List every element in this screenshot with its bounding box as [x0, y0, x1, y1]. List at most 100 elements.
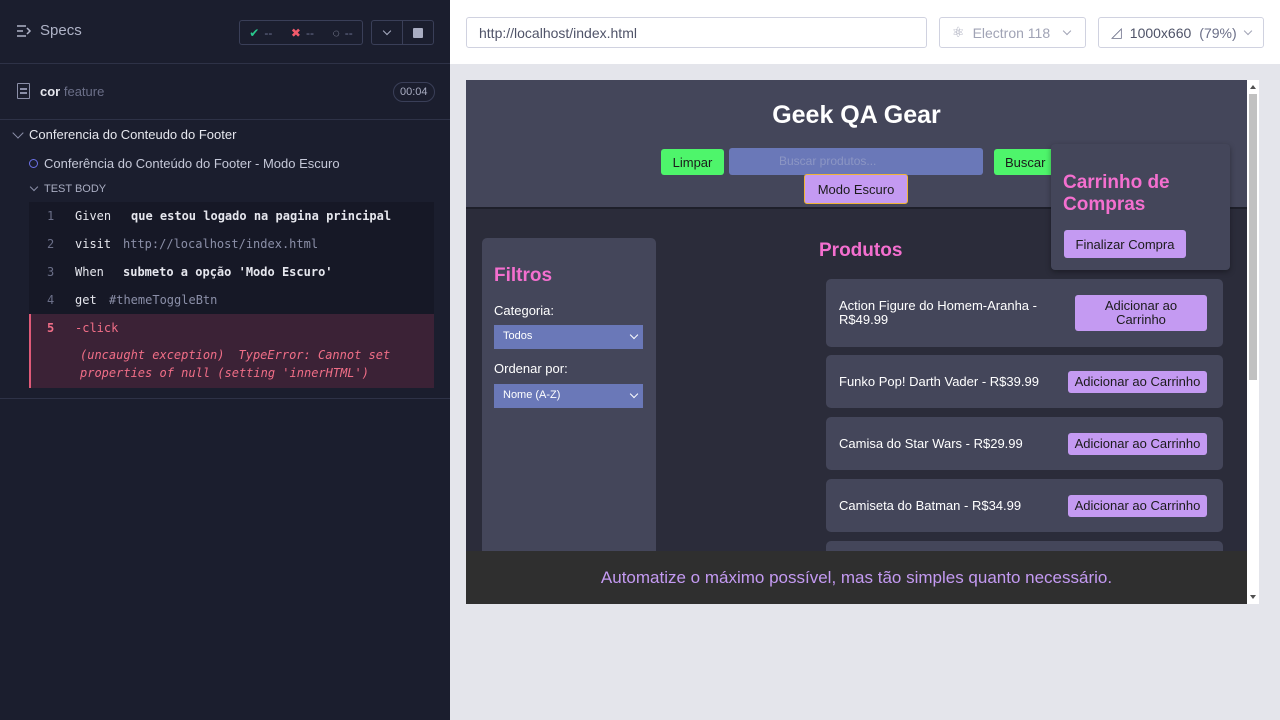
checkout-button[interactable]: Finalizar Compra: [1064, 230, 1186, 258]
command-arg: submeto a opção 'Modo Escuro': [123, 265, 333, 279]
product-card: Action Figure do Homem-Aranha - R$49.99 …: [826, 279, 1223, 347]
test-body-label: TEST BODY: [44, 183, 107, 195]
product-name: Camiseta do Batman - R$34.99: [839, 498, 1022, 513]
viewport-scale: (79%): [1199, 24, 1237, 41]
spec-duration: 00:04: [393, 82, 435, 102]
test-title: Conferência do Conteúdo do Footer - Modo…: [44, 156, 340, 171]
chevron-down-icon: [29, 182, 39, 192]
product-name: Action Figure do Homem-Aranha - R$49.99: [839, 298, 1037, 327]
app-frame: Geek QA Gear Limpar Buscar produtos... B…: [466, 80, 1247, 604]
error-prefix: (uncaught exception): [80, 348, 225, 362]
add-to-cart-button[interactable]: Adicionar ao Carrinho: [1068, 433, 1207, 455]
chevron-down-icon: [1243, 26, 1252, 36]
command-keyword: Given: [75, 209, 112, 223]
command-number: 3: [47, 265, 55, 279]
specs-toggle-button[interactable]: Specs: [16, 22, 82, 39]
file-icon: [17, 83, 30, 99]
test-body-toggle[interactable]: TEST BODY: [29, 182, 107, 195]
scrollbar[interactable]: [1247, 80, 1259, 604]
add-to-cart-button[interactable]: Adicionar ao Carrinho: [1068, 371, 1207, 393]
pending-stat: ◌ --: [333, 26, 353, 40]
command-log: 1 Given que estou logado na pagina princ…: [29, 202, 434, 388]
options-dropdown-button[interactable]: [372, 21, 403, 44]
browser-selector[interactable]: ⚛ Electron 118: [939, 17, 1086, 48]
chevron-down-icon: [1062, 26, 1072, 36]
running-circle-icon: [29, 159, 38, 168]
suite-title-row[interactable]: Conferencia do Conteudo do Footer: [12, 126, 237, 142]
command-keyword: get: [75, 293, 97, 307]
browser-name: Electron 118: [972, 24, 1051, 41]
chevron-down-icon: [382, 26, 392, 36]
command-keyword: -click: [75, 321, 119, 335]
search-input[interactable]: Buscar produtos...: [729, 148, 983, 175]
sort-label: Ordenar por:: [494, 361, 568, 376]
command-arg: que estou logado na pagina principal: [131, 209, 392, 223]
theme-toggle-button[interactable]: Modo Escuro: [804, 174, 908, 204]
command-number: 4: [47, 293, 55, 307]
sort-select[interactable]: Nome (A-Z): [494, 384, 643, 408]
spec-file-name: cor feature: [40, 84, 105, 99]
viewport-size: 1000x660: [1129, 24, 1192, 41]
clear-button[interactable]: Limpar: [661, 149, 724, 175]
command-row[interactable]: 3 When submeto a opção 'Modo Escuro': [29, 258, 434, 286]
product-card: Camisa do Star Wars - R$29.99 Adicionar …: [826, 417, 1223, 470]
pending-circle-icon: ◌: [332, 25, 340, 40]
failed-stat: ✖ --: [291, 26, 314, 40]
scroll-up-icon[interactable]: [1250, 85, 1256, 89]
add-to-cart-button[interactable]: Adicionar ao Carrinho: [1075, 295, 1207, 331]
search-button[interactable]: Buscar: [994, 149, 1058, 175]
run-stats: ✔ -- ✖ -- ◌ --: [239, 20, 363, 45]
suite-title: Conferencia do Conteudo do Footer: [29, 127, 237, 142]
command-row[interactable]: 1 Given que estou logado na pagina princ…: [29, 202, 434, 230]
spec-file-row[interactable]: cor feature 00:04: [0, 64, 450, 120]
check-icon: ✔: [249, 25, 260, 40]
pending-count: --: [344, 25, 353, 40]
list-collapse-icon: [17, 24, 32, 37]
products-title: Produtos: [819, 240, 903, 261]
passed-stat: ✔ --: [249, 26, 272, 40]
x-icon: ✖: [290, 25, 301, 40]
scrollbar-thumb[interactable]: [1249, 94, 1257, 380]
run-controls: [371, 20, 434, 45]
divider: [0, 398, 450, 399]
url-bar[interactable]: http://localhost/index.html: [466, 17, 927, 48]
product-card: Camiseta do Batman - R$34.99 Adicionar a…: [826, 479, 1223, 532]
error-message: (uncaught exception) TypeError: Cannot se…: [31, 342, 434, 388]
cart-title: Carrinho de Compras: [1063, 172, 1170, 215]
aut-panel: http://localhost/index.html ⚛ Electron 1…: [450, 0, 1280, 720]
add-to-cart-button[interactable]: Adicionar ao Carrinho: [1068, 495, 1207, 517]
product-card: Funko Pop! Darth Vader - R$39.99 Adicion…: [826, 355, 1223, 408]
command-keyword: visit: [75, 237, 112, 251]
command-arg: http://localhost/index.html: [123, 237, 319, 251]
specs-label: Specs: [40, 22, 82, 39]
command-arg: #themeToggleBtn: [109, 293, 218, 307]
aut-toolbar: http://localhost/index.html ⚛ Electron 1…: [450, 0, 1280, 64]
command-row[interactable]: 4 get #themeToggleBtn: [29, 286, 434, 314]
command-keyword: When: [75, 265, 104, 279]
failed-command-row[interactable]: 5 -click (uncaught exception) TypeError: …: [29, 314, 434, 388]
reporter-header: Specs ✔ -- ✖ -- ◌ --: [0, 0, 450, 64]
command-row[interactable]: 2 visit http://localhost/index.html: [29, 230, 434, 258]
product-name: Camisa do Star Wars - R$29.99: [839, 436, 1023, 451]
scroll-down-icon[interactable]: [1250, 595, 1256, 599]
category-select[interactable]: Todos: [494, 325, 643, 349]
command-number: 2: [47, 237, 55, 251]
product-name: Funko Pop! Darth Vader - R$39.99: [839, 374, 1039, 389]
passed-count: --: [264, 25, 273, 40]
reporter-panel: Specs ✔ -- ✖ -- ◌ -- cor feature 00:04 C…: [0, 0, 450, 720]
failed-count: --: [305, 25, 314, 40]
test-title-row[interactable]: Conferência do Conteúdo do Footer - Modo…: [29, 156, 340, 171]
stop-button[interactable]: [403, 21, 433, 44]
chevron-down-icon: [12, 126, 24, 139]
stop-icon: [413, 27, 423, 38]
viewport-selector[interactable]: ◿ 1000x660 (79%): [1098, 17, 1264, 48]
filters-panel: Filtros Categoria: Todos Ordenar por: No…: [482, 238, 656, 604]
ruler-icon: ◿: [1111, 24, 1122, 40]
command-number: 1: [47, 209, 55, 223]
cart-panel: Carrinho de Compras Finalizar Compra: [1051, 144, 1230, 270]
electron-icon: ⚛: [952, 24, 965, 40]
command-number: 5: [47, 321, 55, 335]
filters-title: Filtros: [494, 265, 553, 286]
footer: Automatize o máximo possível, mas tão si…: [466, 551, 1247, 604]
app-title: Geek QA Gear: [772, 101, 941, 129]
